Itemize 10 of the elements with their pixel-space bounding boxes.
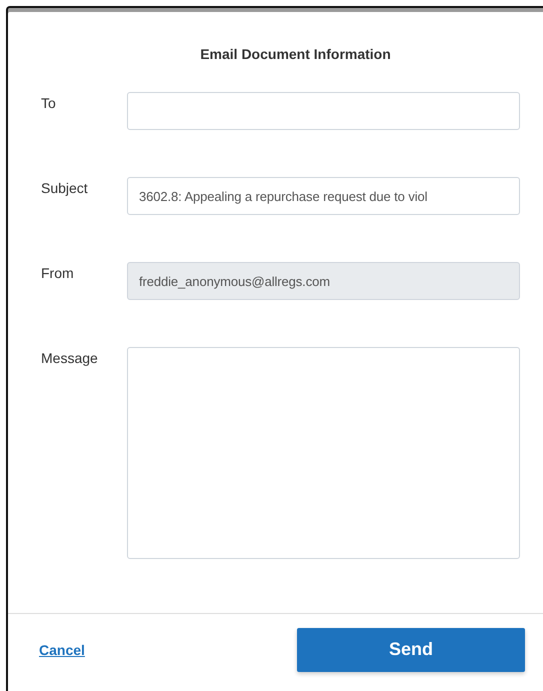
dialog-title: Email Document Information <box>200 46 391 62</box>
field-label: Subject <box>41 179 89 196</box>
input-field[interactable] <box>127 92 520 130</box>
cancel-link[interactable]: Cancel <box>39 642 85 658</box>
input-field[interactable]: 3602.8: Appealing a repurchase request due to viol <box>127 177 520 215</box>
message-field[interactable] <box>127 347 520 559</box>
send-button[interactable]: Send <box>297 628 525 672</box>
field-label: Message <box>41 349 99 366</box>
field-label: To <box>41 94 57 111</box>
field-label: From <box>41 264 75 281</box>
